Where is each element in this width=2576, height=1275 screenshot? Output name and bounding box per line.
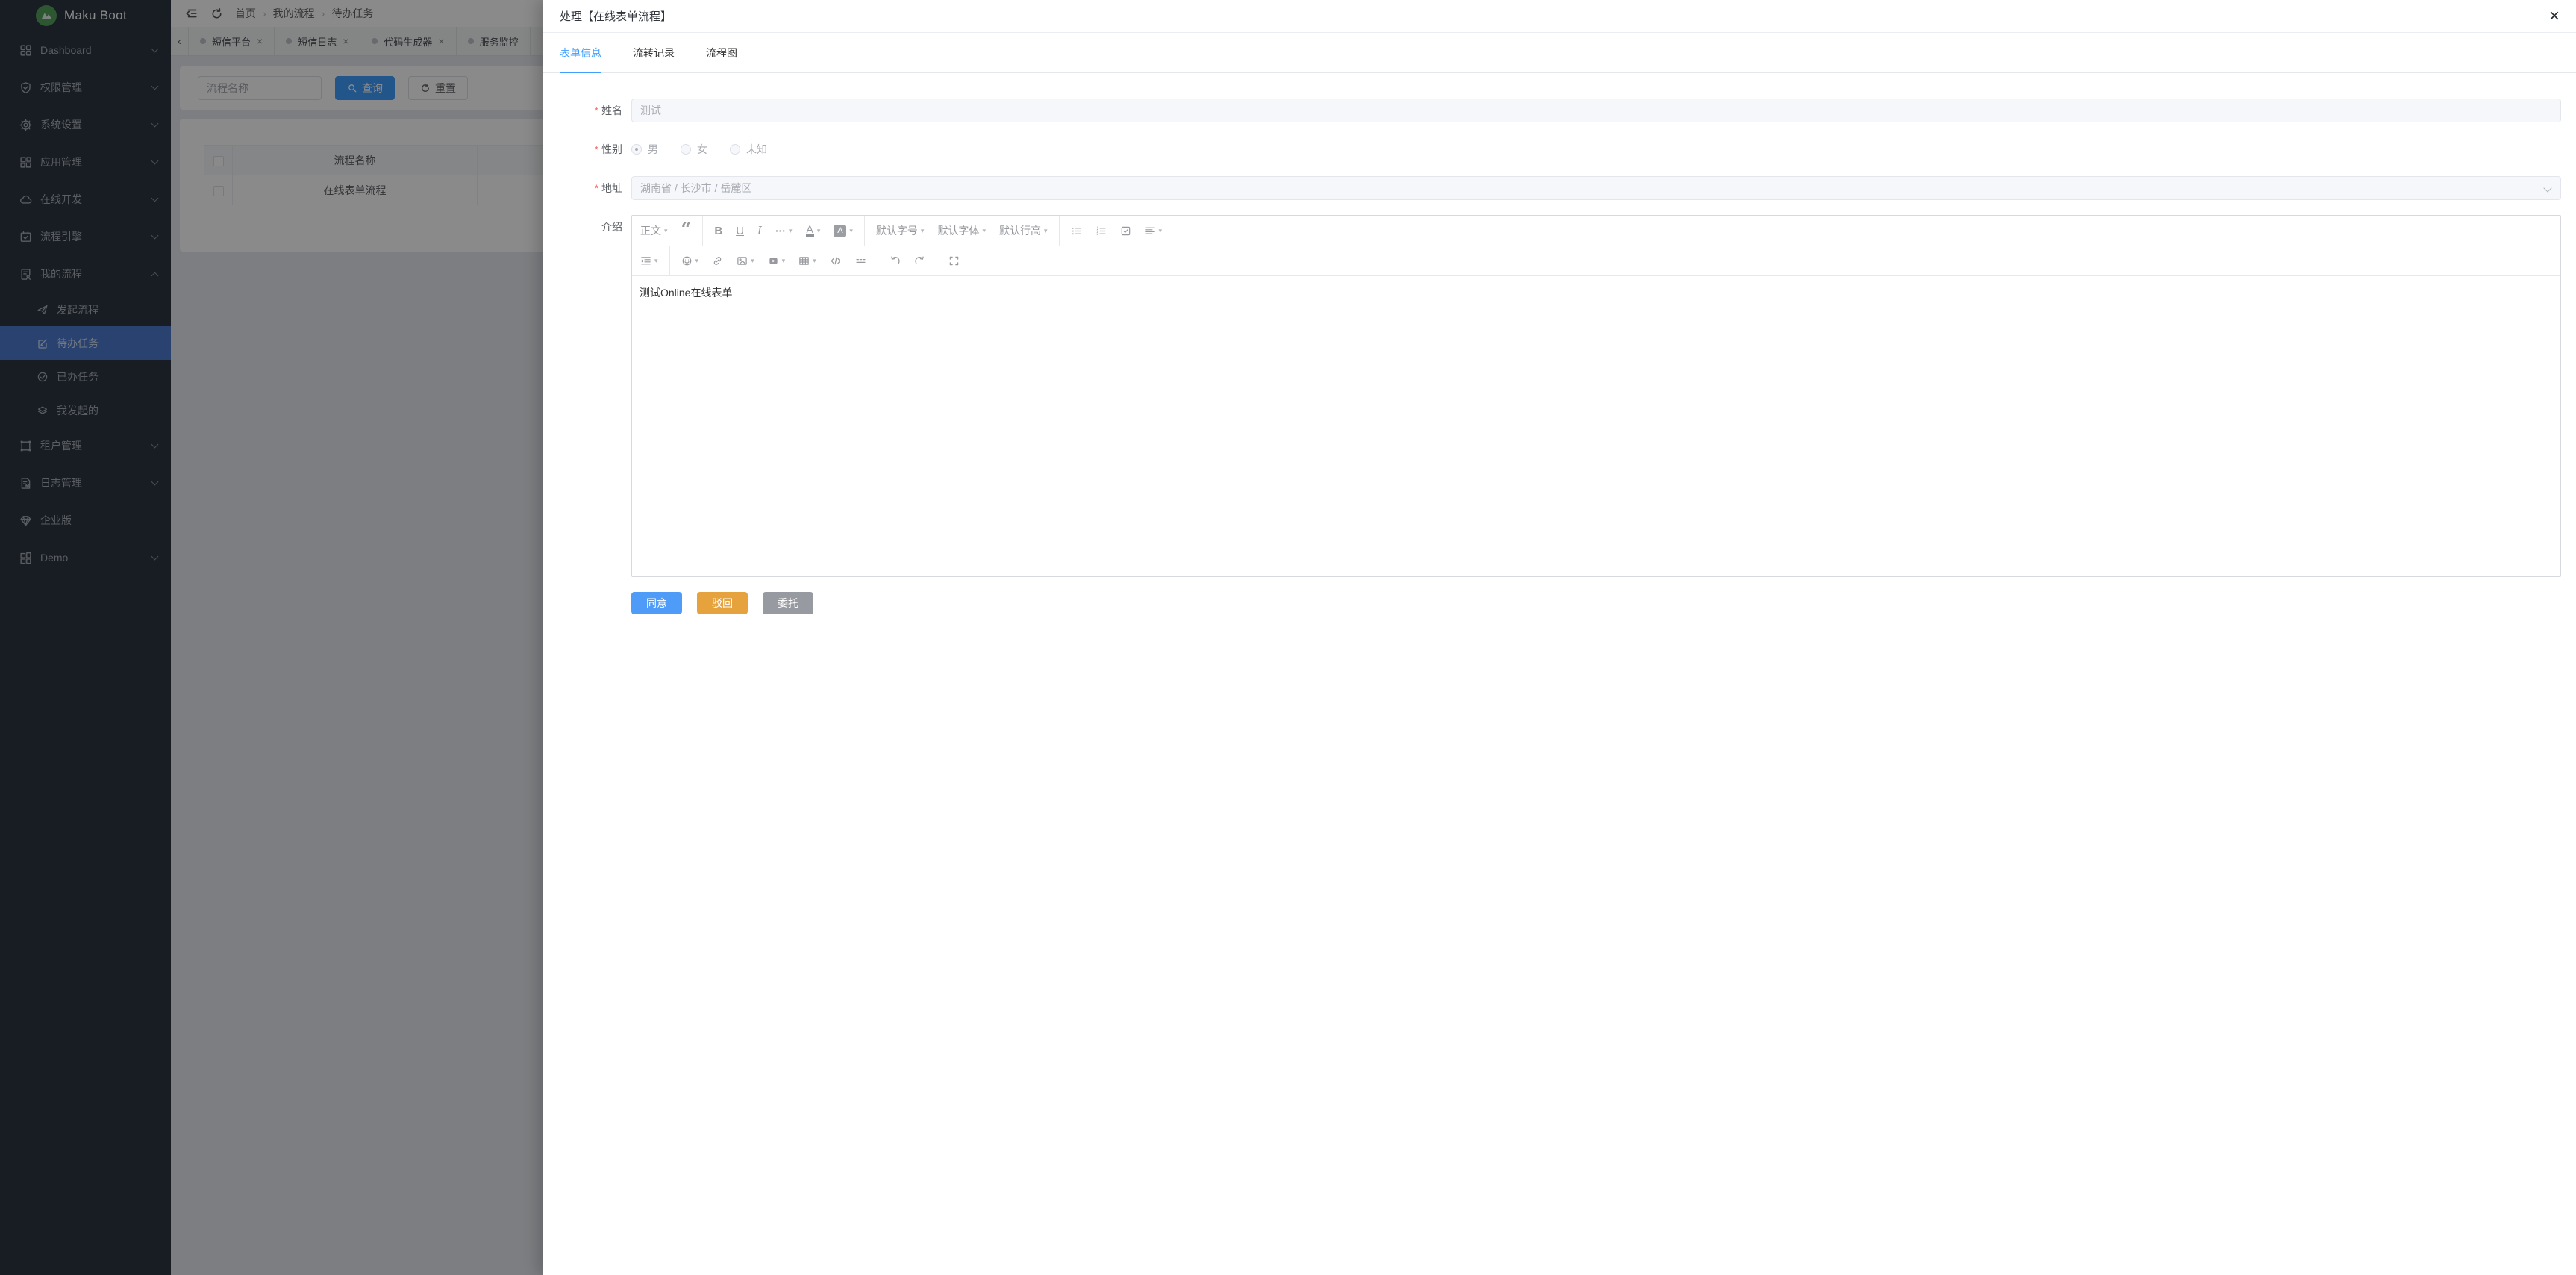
tab-flow-records[interactable]: 流转记录 bbox=[633, 33, 675, 72]
code-block-icon[interactable] bbox=[823, 250, 848, 271]
chevron-down-icon bbox=[2543, 184, 2551, 192]
divider-line-icon[interactable] bbox=[848, 250, 873, 271]
undo-icon[interactable] bbox=[883, 250, 907, 271]
underline-icon[interactable]: U bbox=[729, 220, 751, 241]
close-icon[interactable]: × bbox=[2549, 7, 2560, 25]
toolbar-divider bbox=[702, 216, 703, 246]
intro-field-row: 介绍 正文▾ “ B U I ···▾ A▾ A▾ bbox=[543, 215, 2576, 577]
gender-label: 性别 bbox=[543, 137, 631, 161]
font-family-dropdown[interactable]: 默认字体▾ bbox=[931, 220, 992, 241]
gender-radio-group: 男 女 未知 bbox=[631, 137, 2561, 161]
rich-text-editor: 正文▾ “ B U I ···▾ A▾ A▾ 默认字号▾ 默认字体▾ bbox=[631, 215, 2561, 577]
radio-icon bbox=[730, 144, 740, 155]
address-select[interactable]: 湖南省 / 长沙市 / 岳麓区 bbox=[631, 176, 2561, 200]
tab-form-info[interactable]: 表单信息 bbox=[560, 33, 601, 72]
indent-dropdown[interactable]: ▾ bbox=[634, 250, 665, 271]
image-dropdown[interactable]: ▾ bbox=[730, 250, 761, 271]
toolbar-row-1: 正文▾ “ B U I ···▾ A▾ A▾ 默认字号▾ 默认字体▾ bbox=[632, 216, 2560, 246]
editor-content[interactable]: 测试Online在线表单 bbox=[632, 276, 2560, 576]
link-icon[interactable] bbox=[705, 250, 730, 271]
ordered-list-icon[interactable]: 123 bbox=[1089, 220, 1113, 241]
font-color-icon[interactable]: A▾ bbox=[799, 220, 828, 241]
fullscreen-icon[interactable] bbox=[942, 250, 966, 271]
drawer-title: 处理【在线表单流程】 bbox=[560, 8, 672, 24]
align-dropdown[interactable]: ▾ bbox=[1138, 220, 1169, 241]
drawer-tabs: 表单信息 流转记录 流程图 bbox=[543, 33, 2576, 73]
address-label: 地址 bbox=[543, 176, 631, 200]
table-dropdown[interactable]: ▾ bbox=[792, 250, 823, 271]
name-input[interactable] bbox=[631, 99, 2561, 122]
delegate-button[interactable]: 委托 bbox=[763, 592, 813, 614]
drawer-header: 处理【在线表单流程】 × bbox=[543, 0, 2576, 33]
reject-button[interactable]: 驳回 bbox=[697, 592, 748, 614]
gender-option-male[interactable]: 男 bbox=[631, 142, 658, 157]
gender-option-female[interactable]: 女 bbox=[681, 142, 707, 157]
bullet-list-icon[interactable] bbox=[1064, 220, 1089, 241]
tab-flow-diagram[interactable]: 流程图 bbox=[706, 33, 737, 72]
editor-toolbar: 正文▾ “ B U I ···▾ A▾ A▾ 默认字号▾ 默认字体▾ bbox=[632, 216, 2560, 276]
todo-list-icon[interactable] bbox=[1113, 220, 1138, 241]
bold-icon[interactable]: B bbox=[707, 220, 729, 241]
italic-icon[interactable]: I bbox=[751, 220, 769, 241]
radio-checked-icon bbox=[631, 144, 642, 155]
paragraph-style-dropdown[interactable]: 正文▾ bbox=[634, 220, 675, 241]
more-styles-dropdown[interactable]: ···▾ bbox=[769, 220, 799, 241]
drawer-actions: 同意 驳回 委托 bbox=[631, 592, 2576, 614]
emoji-dropdown[interactable]: ▾ bbox=[675, 250, 706, 271]
blockquote-icon[interactable]: “ bbox=[675, 220, 698, 241]
name-label: 姓名 bbox=[543, 99, 631, 122]
agree-button[interactable]: 同意 bbox=[631, 592, 682, 614]
gender-field-row: 性别 男 女 未知 bbox=[543, 137, 2576, 161]
font-size-dropdown[interactable]: 默认字号▾ bbox=[869, 220, 931, 241]
svg-text:3: 3 bbox=[1096, 232, 1098, 237]
address-field-row: 地址 湖南省 / 长沙市 / 岳麓区 bbox=[543, 176, 2576, 200]
toolbar-divider bbox=[1059, 216, 1060, 246]
process-drawer: 处理【在线表单流程】 × 表单信息 流转记录 流程图 姓名 性别 男 女 bbox=[543, 0, 2576, 1275]
toolbar-divider bbox=[669, 246, 670, 275]
drawer-body: 姓名 性别 男 女 未知 地址 bbox=[543, 73, 2576, 1275]
gender-option-unknown[interactable]: 未知 bbox=[730, 142, 767, 157]
redo-icon[interactable] bbox=[907, 250, 932, 271]
radio-icon bbox=[681, 144, 691, 155]
intro-label: 介绍 bbox=[543, 215, 631, 577]
toolbar-row-2: ▾ ▾ ▾ ▾ ▾ bbox=[632, 246, 2560, 275]
bg-color-icon[interactable]: A▾ bbox=[827, 220, 860, 241]
name-field-row: 姓名 bbox=[543, 99, 2576, 122]
toolbar-divider bbox=[864, 216, 865, 246]
video-dropdown[interactable]: ▾ bbox=[761, 250, 793, 271]
line-height-dropdown[interactable]: 默认行高▾ bbox=[992, 220, 1054, 241]
